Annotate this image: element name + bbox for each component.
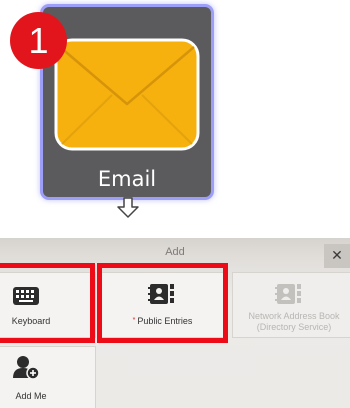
step-number-badge: 1 <box>10 12 67 69</box>
network-address-book-option: Network Address Book (Directory Service) <box>232 272 350 338</box>
add-me-label: Add Me <box>15 391 47 401</box>
network-address-book-icon <box>275 284 301 304</box>
network-address-book-label: Network Address Book (Directory Service) <box>233 311 350 333</box>
network-address-book-line1: Network Address Book <box>248 311 340 321</box>
add-dialog: Add ✕ Keyboard * Public Entries Network … <box>0 238 350 408</box>
email-label: Email <box>97 167 157 191</box>
keyboard-highlight-box <box>0 263 95 343</box>
close-icon: ✕ <box>331 248 343 264</box>
public-entries-highlight-box <box>97 263 228 343</box>
add-me-option[interactable]: Add Me <box>0 346 96 408</box>
dialog-title: Add <box>165 246 185 258</box>
add-person-icon <box>13 356 39 379</box>
envelope-icon <box>54 38 200 151</box>
email-app-tile[interactable]: Email <box>43 7 211 197</box>
network-address-book-line2: (Directory Service) <box>256 322 332 332</box>
down-arrow-icon <box>117 197 139 218</box>
close-button[interactable]: ✕ <box>324 244 350 268</box>
